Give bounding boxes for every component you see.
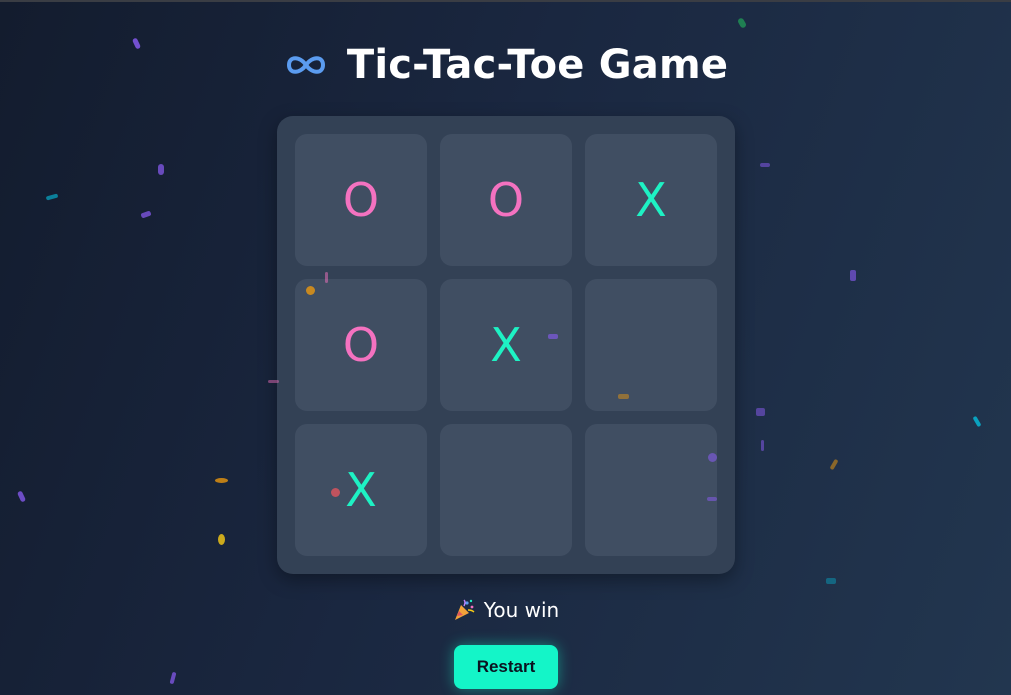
party-popper-icon <box>454 599 475 620</box>
game-status: You win <box>0 598 1011 622</box>
confetti-piece <box>16 490 27 503</box>
board-cell-4[interactable]: O <box>295 279 427 411</box>
board-cell-5[interactable]: X <box>440 279 572 411</box>
page-title: Tic-Tac-Toe Game <box>346 42 729 88</box>
game-board: O O X O X X <box>277 116 735 574</box>
confetti-piece <box>829 458 839 471</box>
board-cell-2[interactable]: O <box>440 134 572 266</box>
confetti-piece <box>972 415 982 428</box>
confetti-piece <box>826 578 836 584</box>
board-cell-9[interactable] <box>585 424 717 556</box>
board-cell-7[interactable]: X <box>295 424 427 556</box>
confetti-piece <box>850 270 856 281</box>
board-cell-8[interactable] <box>440 424 572 556</box>
confetti-piece <box>169 671 177 685</box>
confetti-piece <box>760 163 770 167</box>
infinity-icon <box>286 56 325 74</box>
confetti-piece <box>158 164 164 175</box>
confetti-piece <box>218 534 225 545</box>
board-cell-6[interactable] <box>585 279 717 411</box>
board-cell-3[interactable]: X <box>585 134 717 266</box>
board-cell-1[interactable]: O <box>295 134 427 266</box>
confetti-piece <box>215 478 228 483</box>
page-header: Tic-Tac-Toe Game <box>0 42 1011 88</box>
confetti-piece <box>756 408 765 416</box>
confetti-piece <box>45 193 59 201</box>
status-text: You win <box>483 598 560 622</box>
confetti-piece <box>761 440 764 451</box>
confetti-piece <box>736 17 748 29</box>
restart-button[interactable]: Restart <box>454 645 558 689</box>
confetti-piece <box>140 210 152 219</box>
